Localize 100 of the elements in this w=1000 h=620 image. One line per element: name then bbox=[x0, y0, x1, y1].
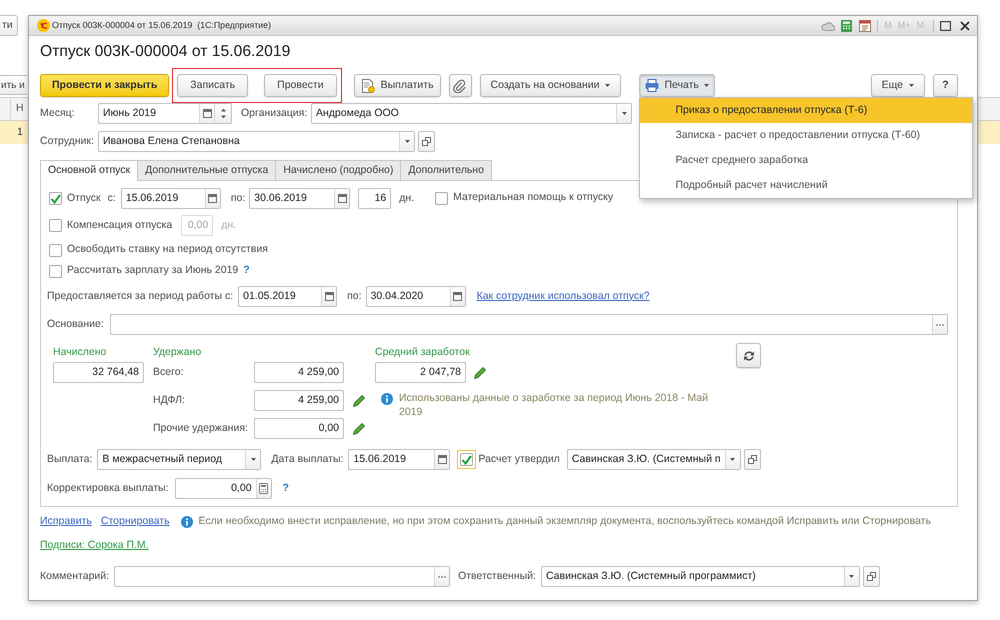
toolbar-button[interactable]: ти bbox=[0, 15, 18, 36]
amount-field[interactable]: 2 047,78 bbox=[375, 362, 466, 383]
checkbox[interactable] bbox=[49, 244, 62, 256]
refresh-button[interactable] bbox=[736, 343, 761, 368]
tab[interactable]: Начислено (подробно) bbox=[275, 160, 402, 181]
date-field[interactable]: 30.06.2019 bbox=[249, 188, 350, 209]
info-icon bbox=[180, 516, 193, 528]
menu-item[interactable]: Приказ о предоставлении отпуска (Т-6) bbox=[640, 98, 972, 123]
calendar-icon bbox=[202, 109, 212, 118]
amount-field[interactable]: 0,00 bbox=[174, 478, 272, 499]
date-field[interactable]: 01.05.2019 bbox=[238, 286, 338, 307]
open-button[interactable] bbox=[744, 449, 761, 470]
check-icon bbox=[461, 454, 472, 464]
toolbar-button[interactable]: ить и bbox=[0, 75, 27, 95]
help-link[interactable]: ? bbox=[243, 263, 250, 279]
month-label: Месяц: bbox=[40, 106, 75, 121]
days-field[interactable]: 16 bbox=[358, 188, 392, 209]
amount-field[interactable]: 4 259,00 bbox=[254, 362, 344, 383]
amount-field[interactable]: 0,00 bbox=[254, 418, 344, 439]
menu-button[interactable]: Еще bbox=[870, 74, 925, 97]
dropdown-button[interactable] bbox=[399, 132, 414, 151]
help-button[interactable]: ? bbox=[933, 74, 958, 97]
caret-icon bbox=[704, 84, 709, 87]
open-button[interactable] bbox=[862, 566, 880, 587]
date-field[interactable]: 30.04.2020 bbox=[366, 286, 466, 307]
menu-item[interactable]: Подробный расчет начислений bbox=[640, 173, 972, 198]
date-field[interactable]: 15.06.2019 bbox=[120, 188, 221, 209]
open-button[interactable] bbox=[418, 131, 435, 152]
calendar-button[interactable] bbox=[434, 450, 450, 469]
table-cell-text: 1 bbox=[17, 124, 23, 140]
employee-field[interactable]: Иванова Елена Степановна bbox=[98, 131, 415, 152]
signatures-link[interactable]: Подписи: Сорока П.М. bbox=[40, 538, 149, 554]
calendar-button[interactable] bbox=[321, 287, 336, 306]
basis-field[interactable] bbox=[110, 314, 948, 335]
payment-field[interactable]: В межрасчетный период bbox=[97, 449, 262, 470]
dropdown-button[interactable] bbox=[616, 104, 631, 123]
organization-field[interactable]: Андромеда ООО bbox=[311, 103, 632, 124]
close-icon[interactable] bbox=[960, 20, 970, 30]
tab[interactable]: Основной отпуск bbox=[40, 160, 138, 181]
info-icon bbox=[381, 393, 393, 405]
primary-button[interactable]: Провести и закрыть bbox=[40, 74, 170, 97]
caret-icon bbox=[622, 112, 626, 115]
period-label: Предоставляется за период работы с: bbox=[47, 288, 234, 304]
checkbox[interactable] bbox=[435, 192, 448, 205]
toolbar-button[interactable]: Записать bbox=[177, 74, 248, 97]
calendar-button[interactable] bbox=[450, 287, 465, 306]
section-title: Начислено bbox=[53, 344, 106, 360]
dropdown-button[interactable] bbox=[245, 450, 260, 469]
link[interactable]: Сторнировать bbox=[100, 514, 170, 530]
refresh-icon bbox=[742, 350, 754, 362]
menu-item[interactable]: Записка - расчет о предоставлении отпуска (Т-60) bbox=[640, 123, 972, 148]
calendar-icon bbox=[338, 194, 347, 203]
basis-label: Основание: bbox=[47, 316, 104, 332]
check-icon bbox=[50, 194, 61, 204]
calendar-button[interactable] bbox=[334, 189, 350, 208]
calendar-button[interactable] bbox=[199, 104, 214, 123]
spin-button[interactable] bbox=[214, 104, 231, 123]
date-field[interactable]: 15.06.2019 bbox=[348, 449, 450, 470]
approver-field[interactable]: Савинская З.Ю. (Системный п bbox=[566, 449, 741, 470]
overlapping-squares-icon bbox=[866, 572, 876, 581]
maximize-icon[interactable] bbox=[940, 20, 951, 30]
calendar-icon bbox=[438, 455, 447, 464]
amount-field[interactable]: 32 764,48 bbox=[53, 362, 144, 383]
toolbar-button[interactable]: Выплатить bbox=[354, 74, 441, 97]
calculator-icon bbox=[259, 483, 268, 494]
calendar-icon bbox=[208, 194, 218, 203]
checkbox[interactable] bbox=[49, 264, 62, 278]
link[interactable]: Исправить bbox=[40, 514, 92, 530]
amount-field[interactable]: 4 259,00 bbox=[254, 390, 344, 411]
dropdown-button[interactable] bbox=[844, 567, 859, 586]
link[interactable]: Как сотрудник использовал отпуск? bbox=[476, 288, 650, 304]
checkbox-label: Материальная помощь к отпуску bbox=[453, 190, 614, 205]
checkbox-label: Отпуск bbox=[67, 190, 101, 206]
spin-arrows-icon bbox=[220, 108, 226, 119]
menu-item[interactable]: Расчет среднего заработка bbox=[640, 148, 972, 173]
checkbox[interactable] bbox=[49, 192, 62, 205]
caret-icon bbox=[730, 458, 736, 461]
column-header: Н bbox=[16, 101, 24, 116]
checkbox[interactable] bbox=[457, 450, 476, 469]
calculator-button[interactable] bbox=[256, 479, 271, 498]
caret-icon bbox=[909, 84, 914, 87]
comment-label: Комментарий: bbox=[40, 568, 110, 584]
dropdown-button[interactable] bbox=[724, 450, 740, 469]
comment-field[interactable] bbox=[114, 566, 450, 587]
help-link[interactable]: ? bbox=[282, 480, 289, 496]
cloud-icon[interactable] bbox=[821, 20, 836, 30]
print-button[interactable]: Печать bbox=[639, 74, 715, 97]
calculator-icon[interactable] bbox=[841, 20, 852, 32]
paperclip-icon bbox=[453, 78, 468, 92]
menu-button[interactable]: Создать на основании bbox=[480, 74, 622, 97]
days-unit-label: дн. bbox=[399, 190, 414, 206]
tab[interactable]: Дополнительные отпуска bbox=[137, 160, 276, 181]
calendar-button[interactable] bbox=[204, 189, 220, 208]
caret-icon bbox=[404, 140, 410, 143]
attach-button[interactable] bbox=[448, 74, 472, 97]
month-field[interactable]: Июнь 2019 bbox=[98, 103, 232, 124]
responsible-field[interactable]: Савинская З.Ю. (Системный программист) bbox=[540, 566, 860, 587]
calendar-icon[interactable] bbox=[859, 20, 872, 32]
tab[interactable]: Дополнительно bbox=[400, 160, 492, 181]
toolbar-button[interactable]: Провести bbox=[264, 74, 337, 97]
